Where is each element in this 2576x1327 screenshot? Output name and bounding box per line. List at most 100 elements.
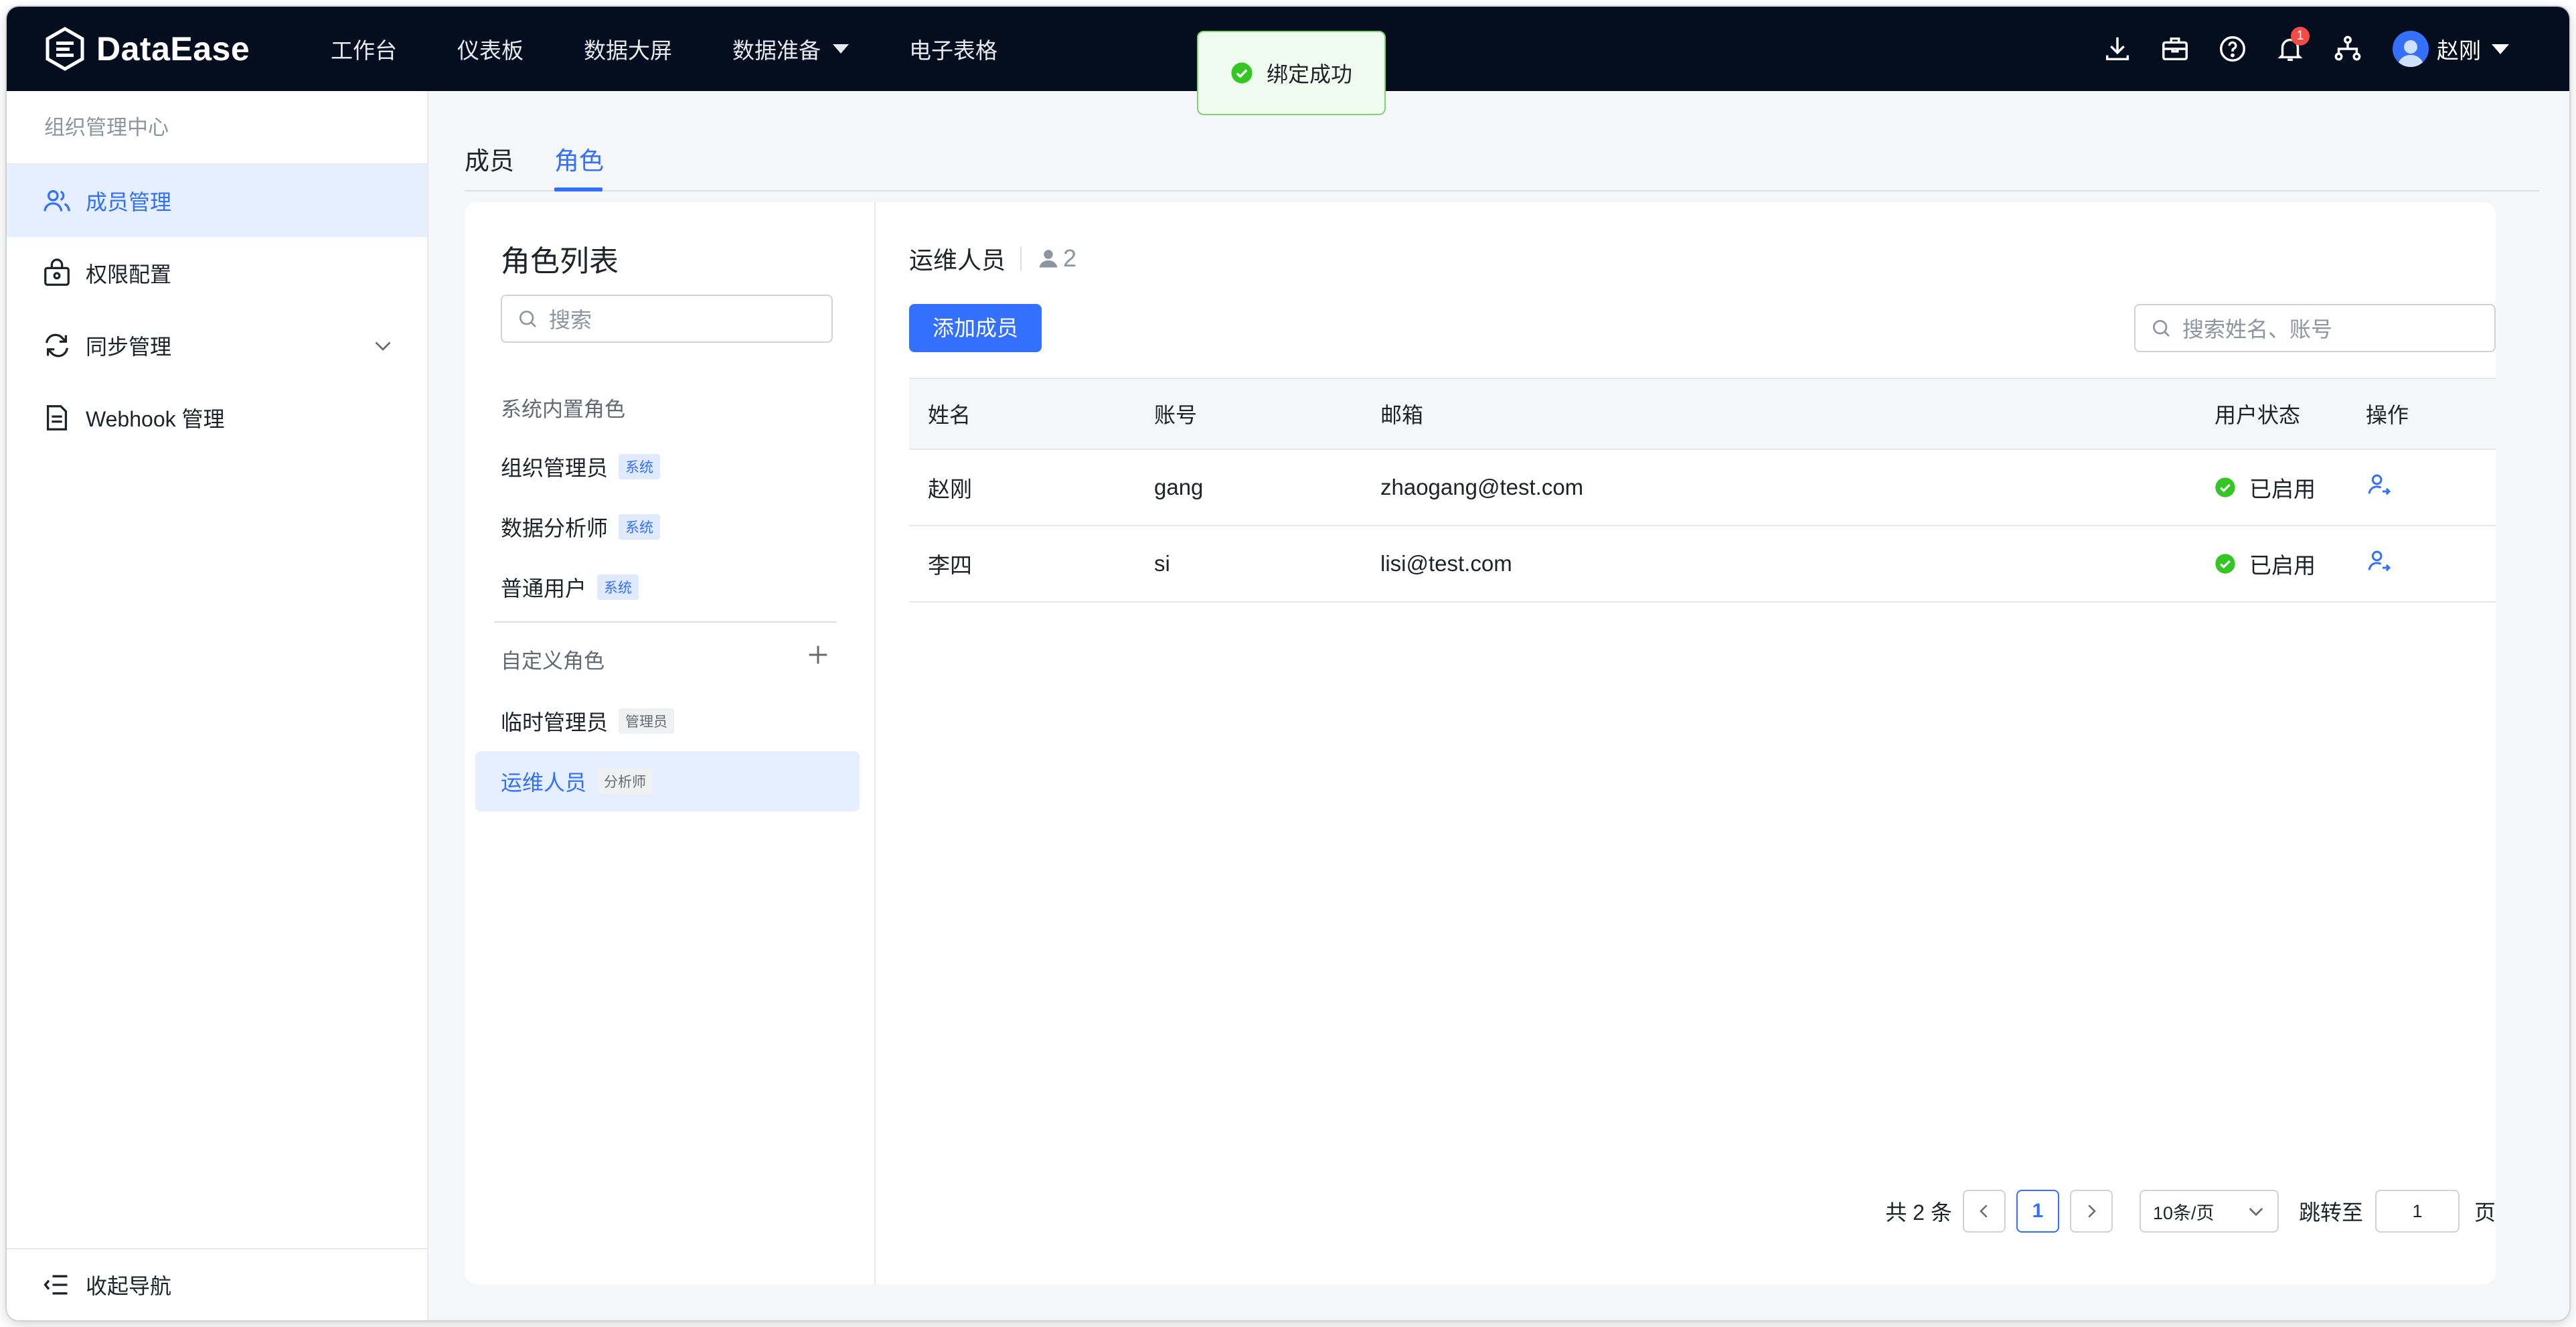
cell-status: 已启用: [2215, 548, 2316, 580]
sidebar-item-webhook[interactable]: Webhook 管理: [7, 382, 427, 454]
nav-data-screen[interactable]: 数据大屏: [584, 33, 672, 65]
jump-page-input[interactable]: 1: [2374, 1190, 2460, 1233]
members-table: 姓名 账号 邮箱 用户状态 操作 赵刚 gang zhaogang@test.c…: [909, 378, 2496, 603]
page-size-select[interactable]: 10条/页: [2139, 1190, 2279, 1233]
user-remove-icon: [2368, 474, 2391, 495]
unbind-user-button[interactable]: [2366, 471, 2393, 503]
cell-name: 赵刚: [928, 477, 972, 501]
sidebar-item-label: 权限配置: [86, 262, 172, 287]
download-button[interactable]: [2099, 31, 2136, 67]
user-menu[interactable]: 赵刚: [2393, 31, 2509, 67]
search-icon: [2153, 320, 2170, 337]
dataease-logo-icon: [46, 27, 84, 71]
pagination: 共 2 条 1 10条/页 跳转至 1 页: [1885, 1189, 2496, 1233]
table-row: 李四 si lisi@test.com 已启用: [909, 526, 2496, 603]
notification-badge: 1: [2291, 27, 2310, 46]
users-icon: [44, 189, 70, 212]
chevron-down-icon[interactable]: [371, 333, 395, 358]
page-number[interactable]: 1: [2016, 1190, 2059, 1233]
tab-bar: 成员 角色: [465, 91, 2540, 191]
add-member-button[interactable]: 添加成员: [909, 304, 1042, 352]
nav-workbench[interactable]: 工作台: [331, 33, 397, 65]
document-icon: [46, 405, 68, 431]
nav-label: 工作台: [331, 38, 397, 63]
user-remove-icon: [2368, 550, 2391, 572]
user-avatar-icon: [2397, 40, 2424, 67]
builtin-roles-label: 系统内置角色: [501, 398, 625, 421]
help-icon: [2220, 36, 2245, 62]
collapse-menu-icon: [44, 1275, 68, 1295]
role-name: 运维人员: [501, 771, 587, 795]
chevron-down-icon: [2249, 1208, 2263, 1217]
nav-spreadsheet[interactable]: 电子表格: [909, 33, 997, 65]
role-detail-header: 运维人员 2: [909, 241, 1076, 276]
tab-members[interactable]: 成员: [465, 141, 514, 177]
header-actions: 1 赵刚: [2078, 7, 2509, 91]
notification-button[interactable]: 1: [2272, 27, 2310, 67]
role-name: 普通用户: [501, 576, 587, 601]
tab-roles[interactable]: 角色: [554, 141, 604, 177]
user-name: 赵刚: [2437, 38, 2481, 63]
role-tag: 分析师: [597, 769, 653, 794]
sidebar: 组织管理中心 成员管理 权限配置 同步管理 Webhook 管理 收起导航: [7, 91, 428, 1320]
role-tag: 系统: [619, 514, 661, 540]
role-item-org-admin[interactable]: 组织管理员 系统: [475, 437, 860, 497]
person-icon: [1039, 250, 1058, 268]
role-item-data-analyst[interactable]: 数据分析师 系统: [475, 497, 860, 557]
cell-account: si: [1154, 551, 1170, 576]
toolbox-button[interactable]: [2157, 31, 2193, 67]
sidebar-title: 组织管理中心: [7, 91, 427, 165]
app-window: DataEase 工作台 仪表板 数据大屏 数据准备 电子表格 1 赵刚 绑定成…: [7, 7, 2569, 1320]
lock-box-icon: [44, 258, 70, 286]
table-row: 赵刚 gang zhaogang@test.com 已启用: [909, 450, 2496, 526]
prev-page-button[interactable]: [1962, 1190, 2006, 1233]
role-item-normal-user[interactable]: 普通用户 系统: [475, 557, 860, 617]
page-size-value: 10条/页: [2152, 1202, 2215, 1223]
add-role-icon[interactable]: [805, 641, 831, 668]
member-search-input[interactable]: 搜索姓名、账号: [2134, 304, 2496, 352]
member-count: 2: [1036, 244, 1076, 272]
unbind-user-button[interactable]: [2366, 548, 2393, 580]
collapse-nav-button[interactable]: 收起导航: [7, 1248, 427, 1320]
table-header: 姓名 账号 邮箱 用户状态 操作: [909, 378, 2496, 450]
column-header: 用户状态: [2215, 403, 2301, 427]
column-header: 账号: [1154, 403, 1198, 427]
app-logo[interactable]: DataEase: [43, 27, 331, 71]
check-circle-icon: [1231, 62, 1253, 84]
org-tree-icon: [2334, 35, 2361, 61]
sidebar-item-label: 成员管理: [86, 190, 172, 214]
nav-dashboard[interactable]: 仪表板: [457, 33, 524, 65]
org-switch-button[interactable]: [2330, 31, 2366, 67]
role-tag: 系统: [597, 574, 639, 600]
sidebar-item-label: 同步管理: [86, 335, 172, 359]
avatar: [2393, 31, 2429, 67]
role-item-ops[interactable]: 运维人员 分析师: [475, 751, 860, 811]
collapse-nav-label: 收起导航: [86, 1274, 172, 1298]
role-search-input[interactable]: 搜索: [501, 295, 833, 343]
status-text: 已启用: [2249, 477, 2316, 501]
help-button[interactable]: [2215, 31, 2251, 67]
sidebar-item-sync[interactable]: 同步管理: [7, 309, 427, 382]
cell-account: gang: [1154, 475, 1204, 499]
caret-down-icon: [833, 44, 849, 54]
role-tag: 管理员: [619, 708, 675, 734]
toast-message: 绑定成功: [1266, 62, 1352, 86]
chevron-left-icon: [1980, 1204, 1988, 1218]
role-detail-panel: 运维人员 2 添加成员 搜索姓名、账号 姓名 账号 邮箱 用户状态 操作 赵刚 …: [909, 202, 2496, 1284]
search-placeholder: 搜索姓名、账号: [2182, 317, 2333, 341]
role-item-temp-admin[interactable]: 临时管理员 管理员: [475, 691, 860, 751]
sidebar-item-permissions[interactable]: 权限配置: [7, 237, 427, 309]
sync-icon: [46, 333, 68, 358]
next-page-button[interactable]: [2069, 1190, 2113, 1233]
selected-role-name: 运维人员: [909, 246, 1006, 274]
search-icon: [519, 311, 536, 327]
nav-label: 电子表格: [909, 38, 997, 63]
nav-data-prep[interactable]: 数据准备: [732, 33, 849, 65]
sidebar-item-members[interactable]: 成员管理: [7, 165, 427, 237]
role-name: 临时管理员: [501, 710, 609, 734]
sidebar-item-label: Webhook 管理: [86, 407, 225, 431]
caret-down-icon: [2492, 44, 2509, 54]
column-header: 邮箱: [1380, 403, 1424, 427]
member-count-value: 2: [1063, 244, 1077, 272]
main-nav: 工作台 仪表板 数据大屏 数据准备 电子表格: [331, 7, 1058, 91]
